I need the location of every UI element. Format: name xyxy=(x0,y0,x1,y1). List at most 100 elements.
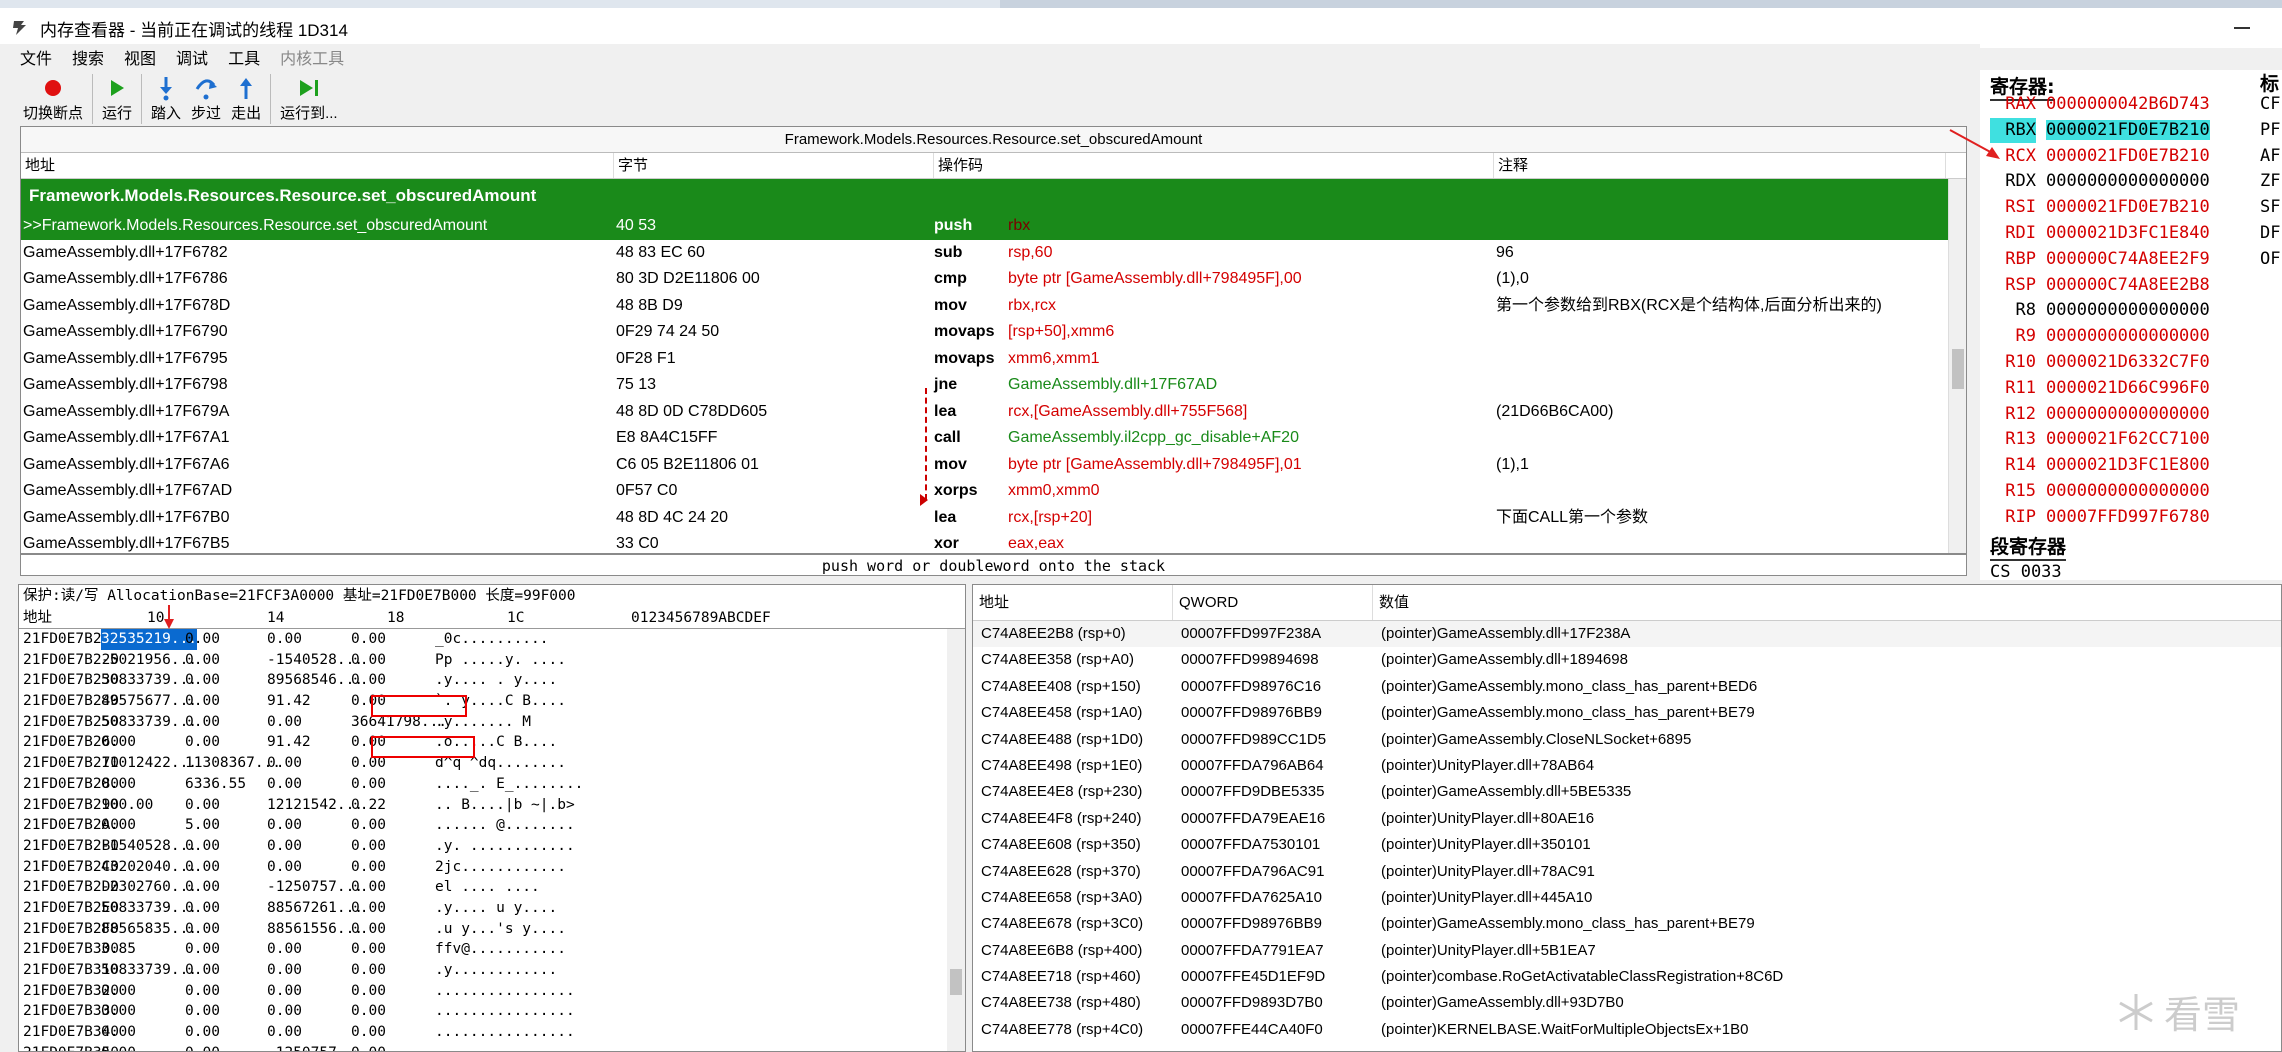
register-rbx[interactable]: RBX 0000021FD0E7B210 xyxy=(1990,117,2210,143)
hex-cell-c1c[interactable]: 0.00 xyxy=(351,1001,386,1022)
stack-row[interactable]: C74A8EE718 (rsp+460) 00007FFE45D1EF9D (poi… xyxy=(973,964,2281,990)
register-r8[interactable]: R8 0000000000000000 xyxy=(1990,298,2210,323)
hex-cell-c10[interactable]: 0.00 xyxy=(101,1043,136,1051)
hex-row[interactable]: 21FD0E7B260 0.00 0.00 91.42 0.00 .o.....C B..… xyxy=(19,732,965,753)
register-value[interactable]: 0000021F62CC7100 xyxy=(2046,429,2210,449)
register-r9[interactable]: R9 0000000000000000 xyxy=(1990,324,2210,349)
hex-cell-c14[interactable]: 0.00 xyxy=(185,670,220,691)
disasm-row[interactable]: GameAssembly.dll+17F6790 0F29 74 24 50 mov… xyxy=(21,319,1966,346)
hex-cell-c1c[interactable]: 0.00 xyxy=(351,877,386,898)
hex-cell-c10[interactable]: 0.00 xyxy=(101,732,136,753)
register-r10[interactable]: R10 0000021D6332C7F0 xyxy=(1990,350,2209,375)
hex-cell-c1c[interactable]: 0.00 xyxy=(351,1043,386,1051)
hex-cell-c14[interactable]: 0.00 xyxy=(185,712,220,733)
column-header-address[interactable]: 地址 xyxy=(21,153,614,178)
register-value[interactable]: 0000000000000000 xyxy=(2046,171,2210,191)
flag-df[interactable]: DF xyxy=(2260,221,2280,246)
hex-row[interactable]: 21FD0E7B2E0 50833739... 0.00 88567261... 0.0… xyxy=(19,898,965,919)
hex-cell-c1c[interactable]: 0.00 xyxy=(351,650,386,671)
register-rip[interactable]: RIP 00007FFD997F6780 xyxy=(1990,505,2209,530)
register-r13[interactable]: R13 0000021F62CC7100 xyxy=(1990,427,2210,452)
hex-cell-c10[interactable]: -1540528... xyxy=(101,836,197,857)
hex-row[interactable]: 21FD0E7B210 32535219... 0.00 0.00 0.00 _0c...… xyxy=(19,629,965,650)
register-value[interactable]: 0000021D3FC1E840 xyxy=(2046,223,2210,243)
hex-cell-c1c[interactable]: 0.00 xyxy=(351,629,386,650)
menu-tools[interactable]: 工具 xyxy=(228,45,260,69)
stack-row[interactable]: C74A8EE608 (rsp+350) 00007FFDA7530101 (poi… xyxy=(973,832,2281,858)
hex-cell-c1c[interactable]: 0.00 xyxy=(351,815,386,836)
register-value[interactable]: 0000000000000000 xyxy=(2046,404,2210,424)
stack-row[interactable]: C74A8EE628 (rsp+370) 00007FFDA796AC91 (poi… xyxy=(973,859,2281,885)
hex-cell-c10[interactable]: 89575677... xyxy=(101,691,197,712)
hex-cell-c14[interactable]: 0.00 xyxy=(185,836,220,857)
hex-cell-ascii[interactable]: ................ xyxy=(435,981,575,1002)
hex-cell-c1c[interactable]: 0.00 xyxy=(351,670,386,691)
hex-row[interactable]: 21FD0E7B2A0 0.00 5.00 0.00 0.00...... @.....… xyxy=(19,815,965,836)
hex-cell-c18[interactable]: 0.00 xyxy=(267,1001,302,1022)
disasm-row[interactable]: GameAssembly.dll+17F67A1 E8 8A4C15FF call G… xyxy=(21,425,1966,452)
hex-cell-c14[interactable]: 0.00 xyxy=(185,981,220,1002)
hex-scrollbar[interactable] xyxy=(947,629,965,1051)
register-value[interactable]: 000000C74A8EE2F9 xyxy=(2046,249,2210,269)
hex-cell-c18[interactable]: 0.00 xyxy=(267,712,302,733)
hex-cell-c10[interactable]: 100.00 xyxy=(101,795,153,816)
hex-cell-c14[interactable]: 0.00 xyxy=(185,1022,220,1043)
disasm-row[interactable]: GameAssembly.dll+17F678D 48 8B D9 mov rbx,r… xyxy=(21,293,1966,320)
step-over-button[interactable]: 步过 xyxy=(186,70,226,128)
menu-view[interactable]: 视图 xyxy=(124,45,156,69)
hex-cell-c10[interactable]: 0.00 xyxy=(101,1001,136,1022)
hex-cell-c14[interactable]: 0.00 xyxy=(185,877,220,898)
hex-cell-c14[interactable]: 0.00 xyxy=(185,629,220,650)
hex-row[interactable]: 21FD0E7B280 0.00 6336.55 0.00 0.00 ...._. E_.… xyxy=(19,774,965,795)
hex-cell-c10[interactable]: -2302760... xyxy=(101,877,197,898)
flag-sf[interactable]: SF xyxy=(2260,195,2280,220)
hex-cell-c14[interactable]: 0.00 xyxy=(185,650,220,671)
hex-cell-ascii[interactable]: ................ xyxy=(435,1022,575,1043)
disasm-row[interactable]: GameAssembly.dll+17F67AD 0F57 C0 xorps xmm0… xyxy=(21,478,1966,505)
hex-cell-c14[interactable]: 0.00 xyxy=(185,960,220,981)
disasm-row[interactable]: >>Framework.Models.Resources.Resource.se… xyxy=(21,213,1966,240)
stack-row[interactable]: C74A8EE458 (rsp+1A0) 00007FFD98976BB9 (poi… xyxy=(973,700,2281,726)
hex-cell-ascii[interactable]: .y............ xyxy=(435,960,557,981)
flag-pf[interactable]: PF xyxy=(2260,118,2280,143)
register-value[interactable]: 000000C74A8EE2B8 xyxy=(2046,275,2210,295)
hex-cell-c1c[interactable]: 0.00 xyxy=(351,919,386,940)
register-rdx[interactable]: RDX 0000000000000000 xyxy=(1990,169,2210,194)
hex-cell-c10[interactable]: 88565835... xyxy=(101,919,197,940)
hex-cell-c14[interactable]: 5.00 xyxy=(185,815,220,836)
register-rsp[interactable]: RSP 000000C74A8EE2B8 xyxy=(1990,273,2210,298)
scrollbar-thumb[interactable] xyxy=(950,969,962,995)
register-value[interactable]: 0000000000000000 xyxy=(2046,326,2210,346)
hex-cell-c14[interactable]: 0.00 xyxy=(185,898,220,919)
hex-cell-c14[interactable]: 0.00 xyxy=(185,795,220,816)
hex-cell-c14[interactable]: 0.00 xyxy=(185,691,220,712)
hex-cell-c18[interactable]: 0.00 xyxy=(267,629,302,650)
register-value[interactable]: 0000000000000000 xyxy=(2046,481,2210,501)
hex-cell-c14[interactable]: 6336.55 xyxy=(185,774,246,795)
hex-row[interactable]: 21FD0E7B2C0 43202040... 0.00 0.00 0.00 2jc...… xyxy=(19,857,965,878)
flag-af[interactable]: AF xyxy=(2260,144,2280,169)
hex-cell-ascii[interactable]: Pp .....y. .... xyxy=(435,650,566,671)
hex-cell-c1c[interactable]: 0.00 xyxy=(351,981,386,1002)
register-value[interactable]: 0000021D3FC1E800 xyxy=(2046,455,2210,475)
scrollbar-thumb[interactable] xyxy=(1952,349,1964,389)
stack-row[interactable]: C74A8EE678 (rsp+3C0) 00007FFD98976BB9 (poi… xyxy=(973,911,2281,937)
register-rax[interactable]: RAX 0000000042B6D743 xyxy=(1990,92,2209,117)
stack-row[interactable]: C74A8EE498 (rsp+1E0) 00007FFDA796AB64 (poi… xyxy=(973,753,2281,779)
hex-cell-c1c[interactable]: 0.00 xyxy=(351,774,386,795)
hex-cell-c1c[interactable]: 0.22 xyxy=(351,795,386,816)
hex-cell-c18[interactable]: 88561556... xyxy=(267,919,363,940)
hex-cell-c18[interactable]: 0.00 xyxy=(267,836,302,857)
stack-view-panel[interactable]: 地址 QWORD 数值 C74A8EE2B8 (rsp+0) 00007FFD99… xyxy=(972,584,2282,1052)
register-r12[interactable]: R12 0000000000000000 xyxy=(1990,402,2210,427)
hex-cell-c10[interactable]: 50833739... xyxy=(101,712,197,733)
hex-cell-c10[interactable]: 50833739... xyxy=(101,898,197,919)
stack-row[interactable]: C74A8EE408 (rsp+150) 00007FFD98976C16 (poi… xyxy=(973,674,2281,700)
hex-cell-c18[interactable]: 0.00 xyxy=(267,753,302,774)
hex-row[interactable]: 21FD0E7B290 100.00 0.00 12121542... 0.22.. B… xyxy=(19,795,965,816)
hex-cell-ascii[interactable]: ................ xyxy=(435,1043,575,1051)
hex-row[interactable]: 21FD0E7B250 50833739... 0.00 0.00 36641798..… xyxy=(19,712,965,733)
flag-of[interactable]: OF xyxy=(2260,247,2280,272)
hex-cell-c1c[interactable]: 0.00 xyxy=(351,939,386,960)
hex-row[interactable]: 21FD0E7B2D0 -2302760... 0.00 -1250757... 0.0… xyxy=(19,877,965,898)
